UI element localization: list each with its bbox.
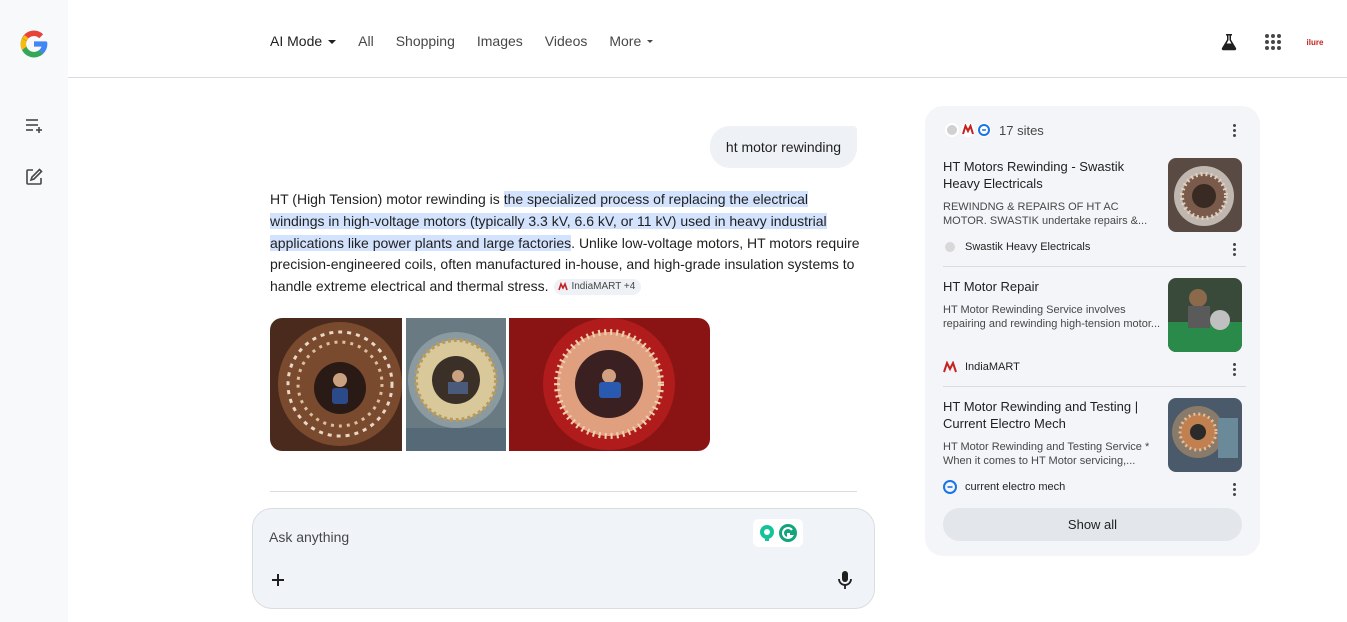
ask-box <box>252 508 875 609</box>
tab-label: Videos <box>544 33 588 49</box>
more-options-icon[interactable] <box>1225 480 1243 498</box>
new-chat-list-icon[interactable] <box>22 113 46 137</box>
source-favicons <box>943 120 995 140</box>
top-right-actions: ilure <box>1207 30 1347 56</box>
source-title: HT Motor Repair <box>943 279 1039 294</box>
sources-panel: 17 sites HT Motors Rewinding - Swastik H… <box>925 106 1260 556</box>
source-title: HT Motors Rewinding - Swastik Heavy Elec… <box>943 159 1125 191</box>
source-thumbnail <box>1168 278 1242 352</box>
source-thumbnail <box>1168 158 1242 232</box>
tab-label: Shopping <box>395 33 455 49</box>
source-snippet: HT Motor Rewinding and Testing Service *… <box>943 441 1150 467</box>
source-item[interactable]: HT Motors Rewinding - Swastik Heavy Elec… <box>943 158 1246 258</box>
divider <box>943 386 1246 387</box>
ask-input[interactable] <box>269 525 739 549</box>
grammarly-g-icon <box>779 524 797 542</box>
divider <box>943 266 1246 267</box>
ai-answer: HT (High Tension) motor rewinding is the… <box>270 189 860 298</box>
plus-icon <box>272 574 284 586</box>
answer-images <box>270 318 710 451</box>
source-title: HT Motor Rewinding and Testing | Current… <box>943 399 1139 431</box>
tab-shopping[interactable]: Shopping <box>396 33 455 49</box>
chevron-down-icon <box>647 40 654 43</box>
source-site: Swastik Heavy Electricals <box>943 240 1090 254</box>
user-query-text: ht motor rewinding <box>725 139 842 155</box>
tab-all[interactable]: All <box>358 33 374 49</box>
tab-label: All <box>358 33 374 49</box>
source-snippet: REWINDNG & REPAIRS OF HT AC MOTOR. SWAST… <box>943 201 1148 227</box>
sources-count: 17 sites <box>999 122 1044 138</box>
grammarly-bulb-icon <box>760 525 774 541</box>
show-all-button[interactable]: Show all <box>943 508 1242 541</box>
tab-more[interactable]: More <box>609 33 654 49</box>
citation-label: IndiaMART +4 <box>571 281 636 293</box>
microphone-icon <box>838 571 852 589</box>
motor-stator-image-2[interactable] <box>406 318 506 451</box>
tab-label: AI Mode <box>270 33 323 49</box>
source-site-name: IndiaMART <box>965 361 1020 373</box>
source-site: IndiaMART <box>943 360 1020 374</box>
chevron-down-icon <box>328 39 337 44</box>
source-site-name: current electro mech <box>965 481 1066 493</box>
tab-label: More <box>609 33 642 49</box>
top-bar: AI Mode All Shopping Images Videos More … <box>68 0 1347 78</box>
motor-stator-image-3[interactable] <box>509 318 710 451</box>
more-options-icon[interactable] <box>1225 360 1243 378</box>
answer-intro: HT (High Tension) motor rewinding is <box>270 191 504 207</box>
apps-grid-icon[interactable] <box>1261 30 1285 54</box>
citation-chip[interactable]: IndiaMART +4 <box>554 279 642 296</box>
google-logo-icon[interactable] <box>18 28 50 60</box>
current-electro-favicon-icon <box>943 480 957 494</box>
indiamart-icon <box>558 282 569 291</box>
grammarly-widget[interactable] <box>753 519 803 547</box>
add-attachment-button[interactable] <box>267 569 289 591</box>
source-item[interactable]: HT Motor Rewinding and Testing | Current… <box>943 398 1246 498</box>
source-item[interactable]: HT Motor Repair HT Motor Rewinding Servi… <box>943 278 1246 378</box>
source-site: current electro mech <box>943 480 1065 494</box>
more-options-icon[interactable] <box>1225 121 1243 139</box>
user-query-bubble: ht motor rewinding <box>710 126 857 168</box>
current-electro-favicon-icon <box>975 121 993 139</box>
search-tabs: AI Mode All Shopping Images Videos More <box>270 33 675 49</box>
source-site-name: Swastik Heavy Electricals <box>965 241 1091 253</box>
tab-images[interactable]: Images <box>477 33 523 49</box>
motor-stator-image-1[interactable] <box>270 318 402 451</box>
sources-header[interactable]: 17 sites <box>943 120 1243 140</box>
voice-input-button[interactable] <box>834 569 856 591</box>
indiamart-favicon-icon <box>943 360 957 374</box>
left-rail <box>0 0 68 622</box>
tab-ai-mode[interactable]: AI Mode <box>270 33 337 49</box>
source-thumbnail <box>1168 398 1242 472</box>
source-snippet: HT Motor Rewinding Service involves repa… <box>943 304 1161 330</box>
divider <box>270 491 857 492</box>
more-options-icon[interactable] <box>1225 240 1243 258</box>
edit-icon[interactable] <box>22 165 46 189</box>
labs-flask-icon[interactable] <box>1217 30 1241 54</box>
tab-label: Images <box>476 33 523 49</box>
account-avatar[interactable]: ilure <box>1303 34 1327 50</box>
tab-videos[interactable]: Videos <box>545 33 588 49</box>
swastik-favicon-icon <box>943 240 957 254</box>
